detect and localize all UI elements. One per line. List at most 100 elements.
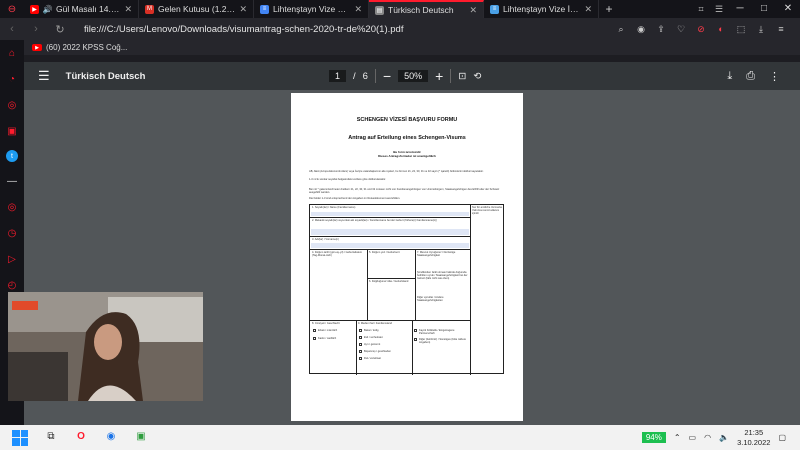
doc-paragraph: 1-3 no'lu sorular seyahat belgesindeki v… <box>309 178 386 181</box>
field-birth-place: 5. Doğum yeri / Geburtsort <box>369 251 400 254</box>
doc-icon: ≡ <box>260 4 269 14</box>
tab-search-icon[interactable]: ☰ <box>710 0 728 18</box>
battery-indicator[interactable]: 94% <box>641 432 666 443</box>
more-actions-icon[interactable]: ⋮ <box>769 70 780 83</box>
speed-dial-icon[interactable]: ◔ <box>5 72 19 86</box>
clock-date: 3.10.2022 <box>737 437 771 447</box>
pdf-menu-icon[interactable]: ☰ <box>38 68 50 84</box>
page-number-input[interactable]: 1 <box>329 70 347 82</box>
clock-icon[interactable]: ◴ <box>5 278 19 292</box>
flow-icon[interactable]: ▷ <box>5 252 19 266</box>
pdf-title: Türkisch Deutsch <box>65 70 146 82</box>
close-tab-icon[interactable]: ✕ <box>584 4 592 15</box>
snapshot-icon[interactable]: ⌗ <box>692 0 710 18</box>
close-tab-icon[interactable]: ✕ <box>469 5 477 16</box>
doc-sub-de: Dieses Antragsformular ist unentgeltlich <box>378 154 436 158</box>
field-nationality: 7. Mevcut Uyruğunuz / Derzeitige Staatsa… <box>417 251 456 257</box>
twitter-icon[interactable]: t <box>6 150 18 162</box>
bookmark-bar: ▶ (60) 2022 KPSS Coğ... <box>24 40 800 55</box>
field-birth-surname: 2. Mekanik soyadı(lar) veya ölesi adı so… <box>312 219 437 222</box>
app-taskbar-icon[interactable]: ▣ <box>134 431 148 445</box>
option-married: Evli / verheiratet <box>364 336 383 339</box>
chevron-up-icon[interactable]: ⌃ <box>674 433 681 442</box>
extensions-icon[interactable]: ⬚ <box>734 24 748 35</box>
player-icon[interactable]: ◎ <box>5 200 19 214</box>
bookmark-item[interactable]: (60) 2022 KPSS Coğ... <box>46 43 127 52</box>
tab-bar: ⊖ ▶ 🔊 Gül Masalı 14. Bölüm @ ✕ M Gelen K… <box>0 0 800 18</box>
option-single: Bekar / ledig <box>364 329 379 332</box>
option-divorced: Boşanmış / geschieden <box>364 350 391 353</box>
doc-heading-tr: SCHENGEN VİZESİ BAŞVURU FORMU <box>356 117 458 123</box>
tab-title: Türkisch Deutsch <box>388 5 454 15</box>
adblock-icon[interactable]: ⊘ <box>694 24 708 35</box>
opera-menu-icon[interactable]: ⊖ <box>0 0 24 18</box>
field-other-nationalities: Diğer uyruklar / Andere Staatsangehörigk… <box>417 296 444 302</box>
back-icon[interactable]: ‹ <box>0 23 24 35</box>
tab-pdf[interactable]: ▤ Türkisch Deutsch ✕ <box>369 0 484 18</box>
download-pdf-icon[interactable]: ⤓ <box>727 70 732 83</box>
opera-taskbar-icon[interactable]: O <box>74 431 88 445</box>
search-icon[interactable]: ⌕ <box>614 24 628 35</box>
volume-icon[interactable]: 🔈 <box>719 433 729 442</box>
form-table: 1. Soyadı(lar) / Name (Familienname) 2. … <box>309 204 504 375</box>
zoom-in-icon[interactable]: + <box>435 68 443 84</box>
field-birth-country: 6. Doğduğunuz ülke / Geburtsland <box>369 280 409 283</box>
option-widowed: Dul / verwitwet <box>364 357 381 360</box>
divider-icon: — <box>7 175 17 187</box>
tab-title: Gül Masalı 14. Bölüm @ <box>56 4 120 14</box>
wifi-icon[interactable]: ◠ <box>704 433 711 442</box>
page-total: 6 <box>362 70 368 82</box>
tab-youtube[interactable]: ▶ 🔊 Gül Masalı 14. Bölüm @ ✕ <box>24 0 139 18</box>
forward-icon[interactable]: › <box>24 23 48 35</box>
fit-page-icon[interactable]: ⊡ <box>458 71 466 82</box>
zoom-input[interactable]: 50% <box>398 70 429 82</box>
chrome-taskbar-icon[interactable]: ◉ <box>104 431 118 445</box>
menu-icon[interactable]: ≡ <box>774 24 788 34</box>
doc-paragraph: Bei mit * gekennzeichneten Feldern 21, 2… <box>309 188 500 195</box>
home-icon[interactable]: ⌂ <box>5 46 19 60</box>
pdf-page: SCHENGEN VİZESİ BAŞVURU FORMU Antrag auf… <box>291 93 523 421</box>
task-view-icon[interactable]: ⧉ <box>44 431 58 445</box>
option-male: Erkek / männlich <box>318 329 338 332</box>
clock[interactable]: 21:35 3.10.2022 <box>737 428 770 448</box>
tab-visa-form[interactable]: ≡ Lihtenştayn Vize Başvuru F ✕ <box>254 0 369 18</box>
network-icon[interactable]: ▭ <box>689 433 697 442</box>
rotate-icon[interactable]: ⟲ <box>473 71 481 82</box>
reload-icon[interactable]: ↻ <box>48 23 72 36</box>
tab-mail[interactable]: M Gelen Kutusu (1.207) - doa ✕ <box>139 0 254 18</box>
field-nationality-birth: Şimdikinden farklı olması halinde doğumd… <box>417 271 468 280</box>
speaker-icon[interactable]: 🔊 <box>43 5 53 14</box>
youtube-icon: ▶ <box>30 4 39 14</box>
opera-ext-icon[interactable]: ◐ <box>714 24 728 34</box>
history-icon[interactable]: ◷ <box>5 226 19 240</box>
close-tab-icon[interactable]: ✕ <box>124 4 132 15</box>
tab-title: Gelen Kutusu (1.207) - doa <box>158 4 235 14</box>
clock-time: 21:35 <box>744 427 764 437</box>
close-tab-icon[interactable]: ✕ <box>239 4 247 15</box>
address-bar: ‹ › ↻ file:///C:/Users/Lenovo/Downloads/… <box>0 18 800 40</box>
tab-title: Lihtenştayn Vize Başvuru F <box>273 4 350 14</box>
maximize-button[interactable]: □ <box>752 0 776 18</box>
doc-icon: ≡ <box>490 4 499 14</box>
tab-visa-procedures[interactable]: ≡ Lihtenştayn Vize İşlemleri ✕ <box>484 0 599 18</box>
page-separator: / <box>353 70 356 82</box>
notifications-icon[interactable]: ▢ <box>778 433 786 442</box>
minimize-button[interactable]: ─ <box>728 0 752 18</box>
heart-icon[interactable]: ♡ <box>674 24 688 35</box>
twitch-icon[interactable]: ▣ <box>5 124 19 138</box>
pip-video[interactable] <box>8 292 203 401</box>
official-use-column: Nur für amtliche Vermerke / Yalnızca res… <box>472 206 504 215</box>
close-window-button[interactable]: ✕ <box>776 0 800 18</box>
divider <box>450 69 452 83</box>
video-frame-image <box>8 292 203 401</box>
share-icon[interactable]: ⇪ <box>654 24 668 35</box>
camera-icon[interactable]: ◉ <box>634 24 648 35</box>
print-icon[interactable]: ⎙ <box>746 70 755 83</box>
download-icon[interactable]: ⤓ <box>754 24 768 35</box>
close-tab-icon[interactable]: ✕ <box>354 4 362 15</box>
windows-start-icon[interactable] <box>12 429 28 446</box>
url-field[interactable]: file:///C:/Users/Lenovo/Downloads/visuma… <box>84 24 614 35</box>
zoom-out-icon[interactable]: − <box>383 68 391 84</box>
messenger-icon[interactable]: ◎ <box>5 98 19 112</box>
new-tab-button[interactable]: + <box>599 0 619 18</box>
